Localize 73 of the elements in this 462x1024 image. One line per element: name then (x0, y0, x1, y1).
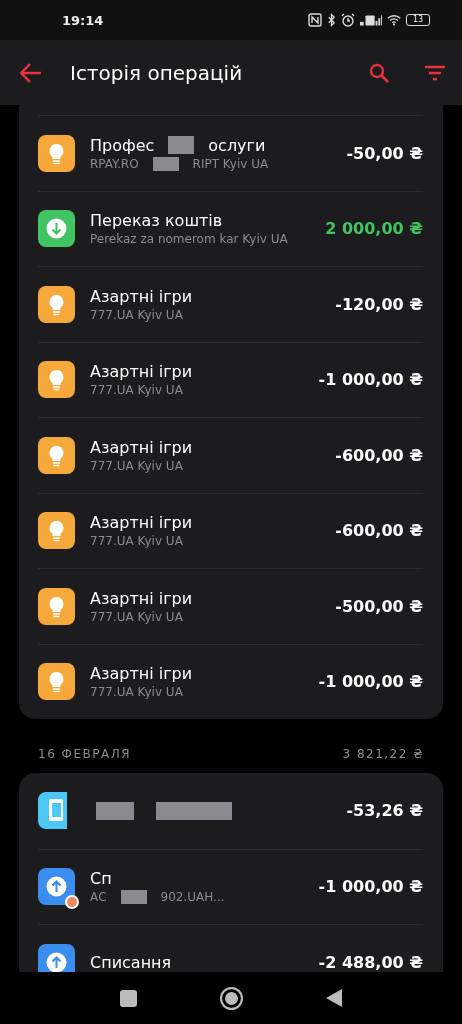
redaction-block (168, 136, 195, 155)
transaction-amount: 2 000,00 ₴ (325, 219, 423, 239)
back-nav-button[interactable] (326, 989, 342, 1007)
home-button[interactable] (220, 986, 243, 1010)
transaction-amount: -1 000,00 ₴ (318, 877, 423, 897)
battery-percent: 13 (412, 16, 424, 24)
transaction-title: Азартні ігри (90, 362, 193, 382)
transaction-amount: -500,00 ₴ (335, 596, 423, 616)
bluetooth-icon (327, 13, 336, 27)
search-icon (368, 62, 390, 83)
transaction-title: Списання (90, 952, 172, 972)
transaction-details: АС (90, 890, 107, 905)
transaction-details: 777.UA Kyiv UA (90, 534, 183, 549)
transaction-row[interactable]: Азартні ігри 777.UA Kyiv UA -1 000,00 ₴ (38, 643, 423, 719)
redaction-block (152, 156, 179, 171)
signal-icon (360, 13, 382, 27)
date-heading: 16 ФЕВРАЛЯ (38, 747, 132, 761)
transaction-row[interactable]: Сп АС 902.UAH... -1 000,00 ₴ (38, 848, 423, 924)
transaction-amount: -600,00 ₴ (335, 521, 423, 541)
transaction-title: Азартні ігри (90, 664, 193, 684)
transaction-amount: -1 000,00 ₴ (318, 370, 423, 390)
transaction-row[interactable]: Профес ослуги RPAY.RO RIPT Kyiv UA -50,00 ₴ (38, 115, 423, 191)
transaction-details: 777.UA Kyiv UA (90, 307, 183, 322)
redaction-block (120, 890, 147, 905)
recent-apps-button[interactable] (120, 989, 137, 1007)
lightbulb-icon (38, 285, 75, 323)
alarm-icon (341, 13, 355, 27)
transaction-amount: -120,00 ₴ (335, 294, 423, 314)
lightbulb-icon (38, 512, 75, 550)
transaction-details: 777.UA Kyiv UA (90, 685, 183, 700)
transaction-row[interactable]: Азартні ігри 777.UA Kyiv UA -120,00 ₴ (38, 266, 423, 342)
transaction-details: RIPT Kyiv UA (192, 156, 269, 171)
transaction-row[interactable]: -53,26 ₴ (38, 773, 423, 849)
transaction-details: 777.UA Kyiv UA (90, 383, 183, 398)
screen-title: Історія операцій (70, 60, 244, 85)
search-button[interactable] (368, 62, 390, 83)
lightbulb-icon (38, 134, 75, 172)
transaction-details: RPAY.RO (90, 156, 139, 171)
transaction-amount: -2 488,00 ₴ (318, 952, 423, 972)
transaction-row[interactable]: Азартні ігри 777.UA Kyiv UA -600,00 ₴ (38, 417, 423, 493)
nfc-icon (308, 13, 322, 27)
upload-arrow-icon (38, 943, 75, 972)
transaction-title: Профес (90, 135, 155, 155)
transaction-title: Азартні ігри (90, 588, 193, 608)
transaction-title: Азартні ігри (90, 513, 193, 533)
transaction-amount: -50,00 ₴ (346, 143, 423, 163)
transaction-row[interactable]: Азартні ігри 777.UA Kyiv UA -1 000,00 ₴ (38, 341, 423, 417)
transaction-details: 902.UAH... (160, 890, 225, 905)
redaction-block (96, 801, 134, 820)
transaction-row[interactable]: Азартні ігри 777.UA Kyiv UA -500,00 ₴ (38, 568, 423, 644)
transaction-title: ослуги (208, 135, 266, 155)
transaction-details: 777.UA Kyiv UA (90, 458, 183, 473)
transaction-title: Сп (90, 869, 112, 889)
transaction-title: Переказ коштів (90, 211, 223, 231)
transaction-title: Азартні ігри (90, 437, 193, 457)
triangle-icon (326, 989, 342, 1007)
transaction-amount: -1 000,00 ₴ (318, 672, 423, 692)
transaction-details: Perekaz za nomerom kar Kyiv UA (90, 232, 288, 247)
transaction-title: Азартні ігри (90, 286, 193, 306)
transaction-details: 777.UA Kyiv UA (90, 609, 183, 624)
back-button[interactable] (20, 62, 42, 83)
lightbulb-icon (38, 361, 75, 399)
clock-time: 19:14 (62, 12, 104, 28)
day-total: 3 821,22 ₴ (342, 747, 424, 761)
lightbulb-icon (38, 436, 75, 474)
transaction-row[interactable]: Азартні ігри 777.UA Kyiv UA -600,00 ₴ (38, 492, 423, 568)
back-arrow-icon (20, 62, 42, 83)
lightbulb-icon (38, 663, 75, 701)
lightbulb-icon (38, 587, 75, 625)
transaction-row[interactable]: Переказ коштів Perekaz za nomerom kar Kyiv UA 2 000,00 ₴ (38, 190, 423, 266)
transaction-amount: -600,00 ₴ (335, 445, 423, 465)
transaction-amount: -53,26 ₴ (346, 801, 423, 821)
wifi-icon (387, 13, 401, 27)
